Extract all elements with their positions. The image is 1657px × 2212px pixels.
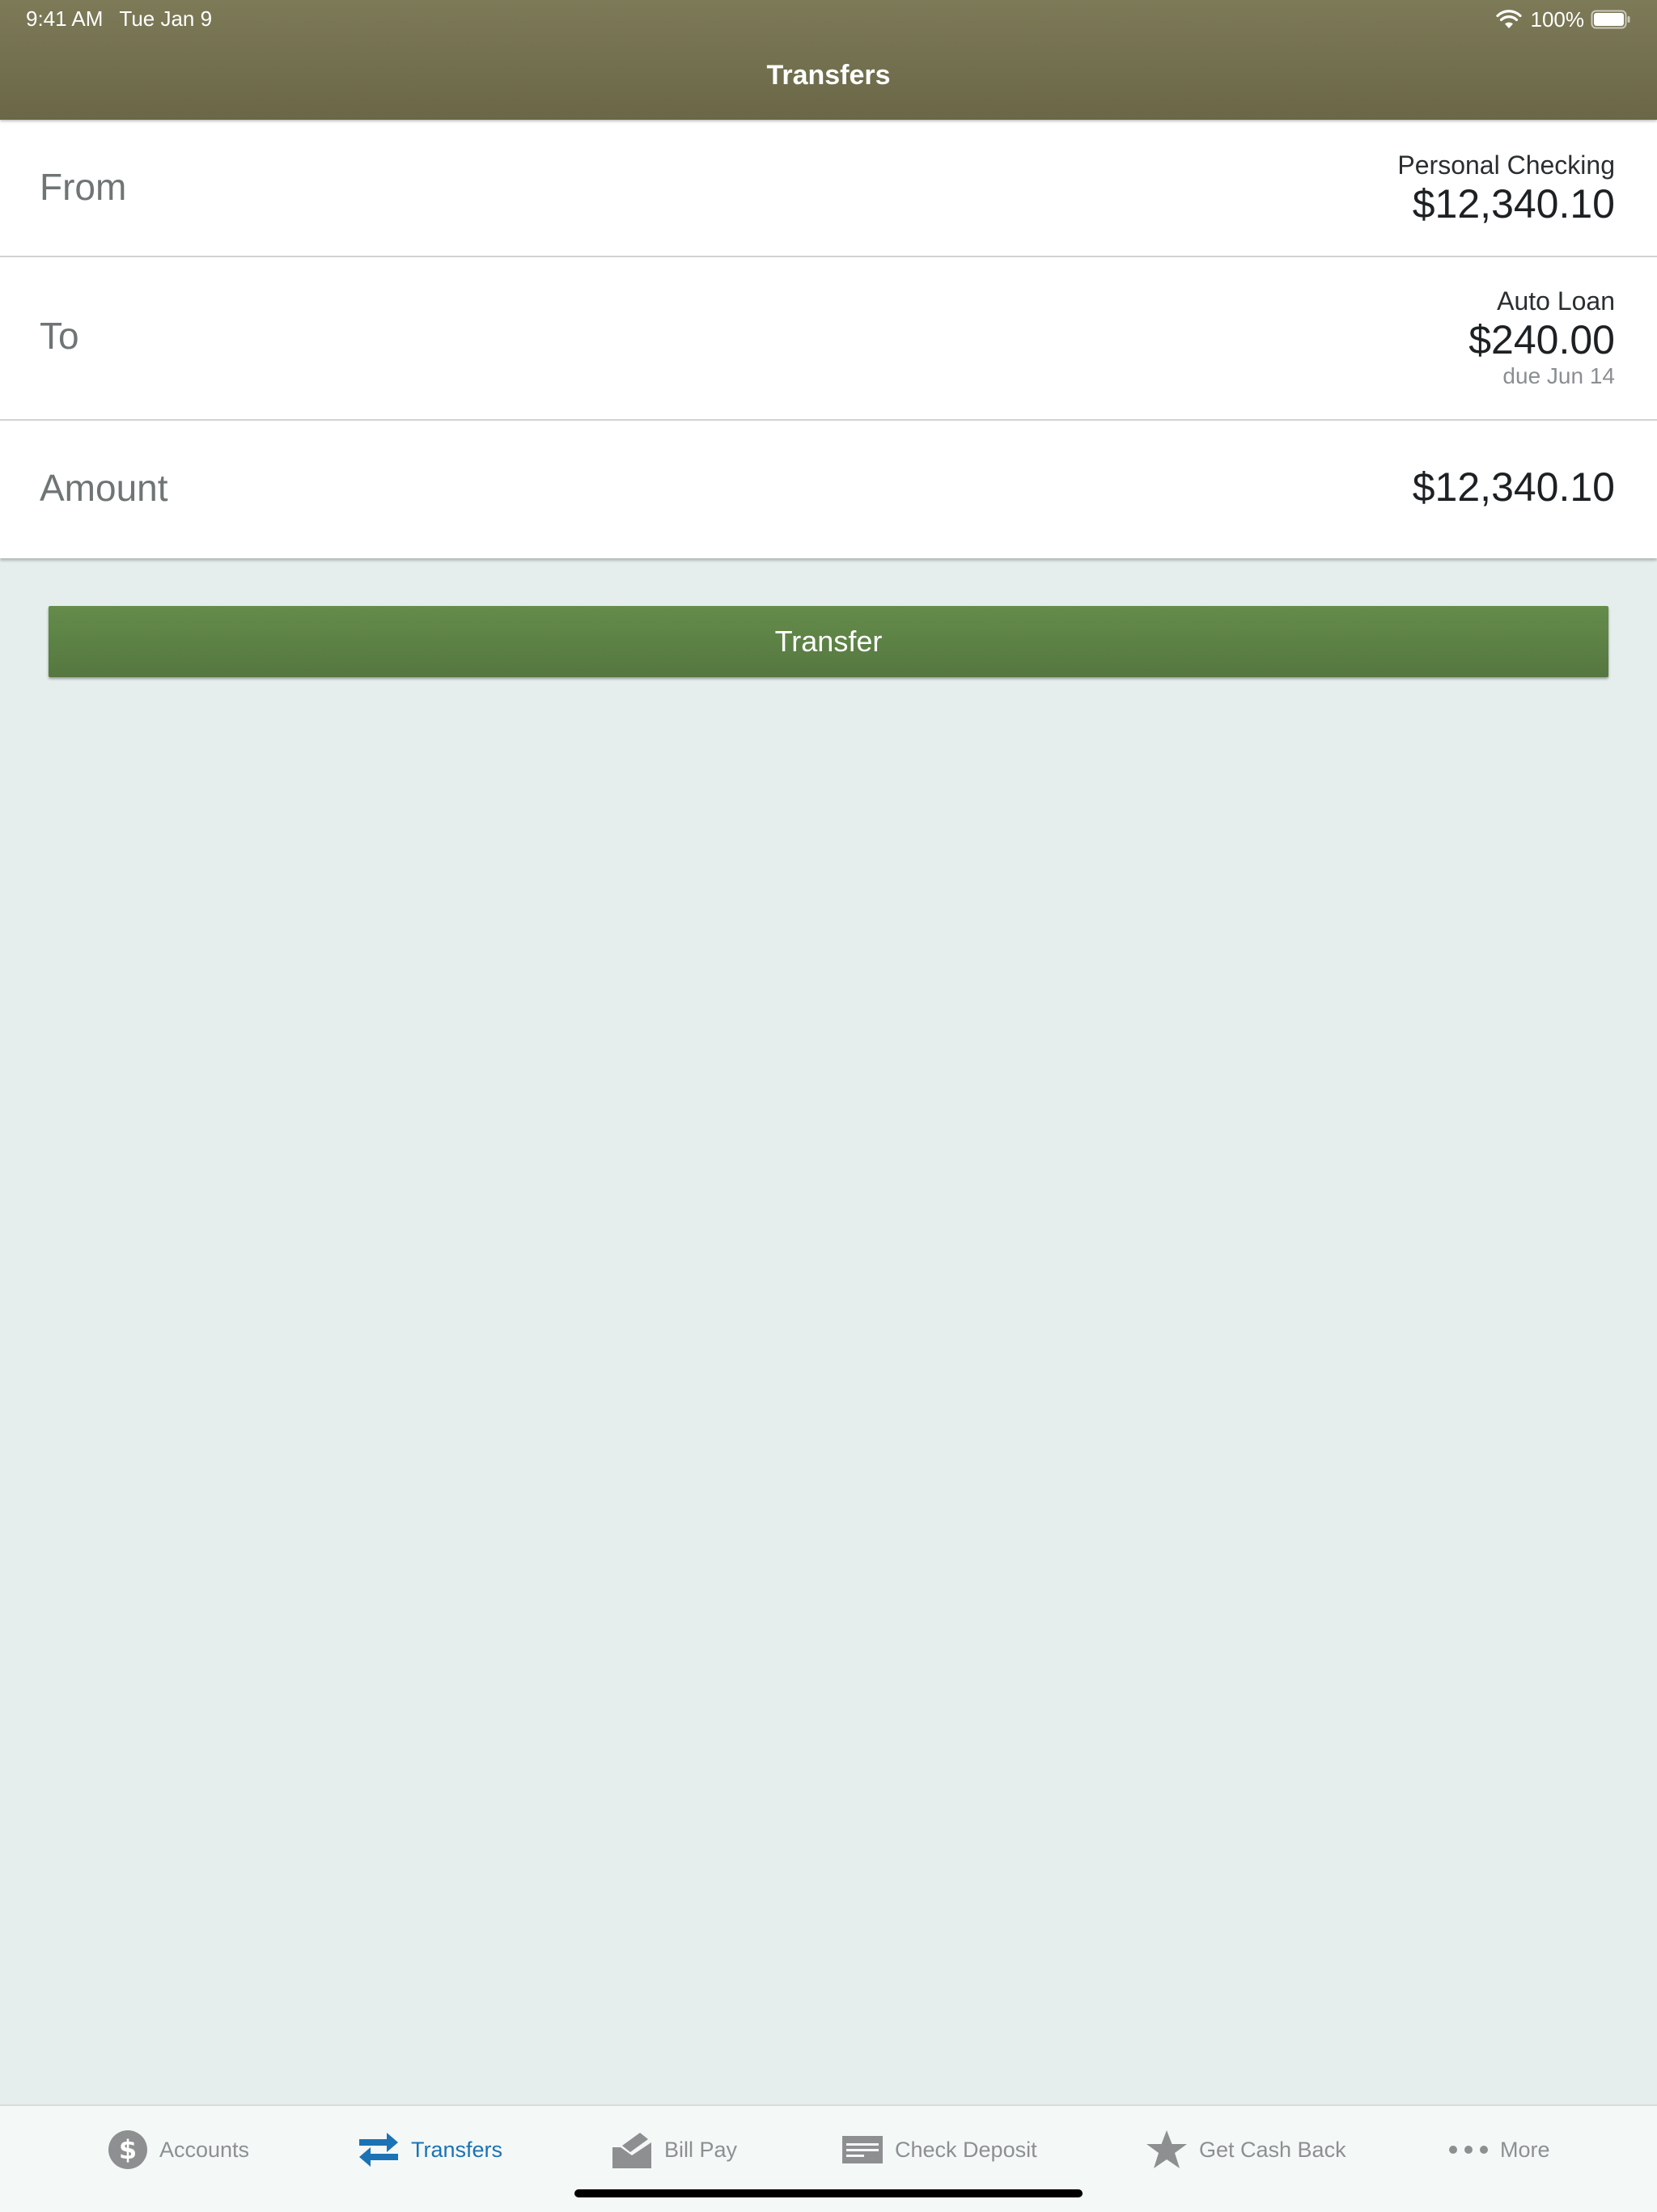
- tab-accounts-label: Accounts: [159, 2137, 250, 2162]
- status-time: 9:41 AM: [26, 6, 104, 31]
- battery-percent: 100%: [1530, 6, 1585, 32]
- star-icon: [1146, 2130, 1187, 2168]
- tab-bill-pay-label: Bill Pay: [664, 2137, 738, 2162]
- from-account-name: Personal Checking: [1397, 150, 1615, 180]
- to-account-amount: $240.00: [1468, 317, 1615, 362]
- wifi-icon: [1495, 10, 1522, 28]
- svg-text:$: $: [119, 2134, 137, 2165]
- more-dots-icon: [1449, 2146, 1488, 2154]
- tab-get-cash-back[interactable]: Get Cash Back: [1146, 2125, 1346, 2174]
- transfer-button[interactable]: Transfer: [49, 606, 1608, 677]
- home-indicator[interactable]: [574, 2189, 1083, 2197]
- to-account-name: Auto Loan: [1497, 286, 1615, 316]
- tab-check-deposit[interactable]: Check Deposit: [841, 2125, 1037, 2174]
- tab-transfers[interactable]: Transfers: [358, 2125, 502, 2174]
- transfer-arrows-icon: [359, 2133, 398, 2167]
- navigation-header: 9:41 AM Tue Jan 9 100% Transfers: [0, 0, 1657, 120]
- tab-check-deposit-label: Check Deposit: [895, 2137, 1037, 2162]
- tab-get-cash-back-label: Get Cash Back: [1199, 2137, 1346, 2162]
- to-account-row[interactable]: To Auto Loan $240.00 due Jun 14: [0, 257, 1657, 421]
- dollar-circle-icon: $: [108, 2130, 147, 2169]
- amount-label: Amount: [40, 467, 168, 509]
- status-date: Tue Jan 9: [119, 6, 213, 31]
- to-account-due-date: due Jun 14: [1502, 363, 1615, 388]
- transfer-form: From Personal Checking $12,340.10 To Aut…: [0, 120, 1657, 558]
- check-icon: [842, 2136, 883, 2163]
- tab-more-label: More: [1500, 2137, 1550, 2162]
- battery-icon: [1591, 10, 1630, 29]
- to-label: To: [40, 315, 79, 357]
- amount-value-wrapper: $12,340.10: [1413, 464, 1615, 510]
- tab-transfers-label: Transfers: [411, 2137, 503, 2162]
- tab-accounts[interactable]: $ Accounts: [108, 2125, 249, 2174]
- bill-pay-icon: [612, 2133, 651, 2168]
- from-account-value: Personal Checking $12,340.10: [1397, 149, 1615, 227]
- to-account-value: Auto Loan $240.00 due Jun 14: [1468, 285, 1615, 390]
- amount-value: $12,340.10: [1412, 464, 1615, 510]
- tab-more[interactable]: More: [1448, 2125, 1550, 2174]
- from-account-row[interactable]: From Personal Checking $12,340.10: [0, 120, 1657, 257]
- status-bar-left: 9:41 AM Tue Jan 9: [26, 6, 212, 32]
- amount-row[interactable]: Amount $12,340.10: [0, 421, 1657, 558]
- page-title: Transfers: [766, 60, 891, 91]
- from-account-balance: $12,340.10: [1412, 181, 1615, 227]
- tab-bill-pay[interactable]: Bill Pay: [611, 2125, 737, 2174]
- status-bar-right: 100%: [1495, 6, 1632, 32]
- from-label: From: [40, 166, 127, 208]
